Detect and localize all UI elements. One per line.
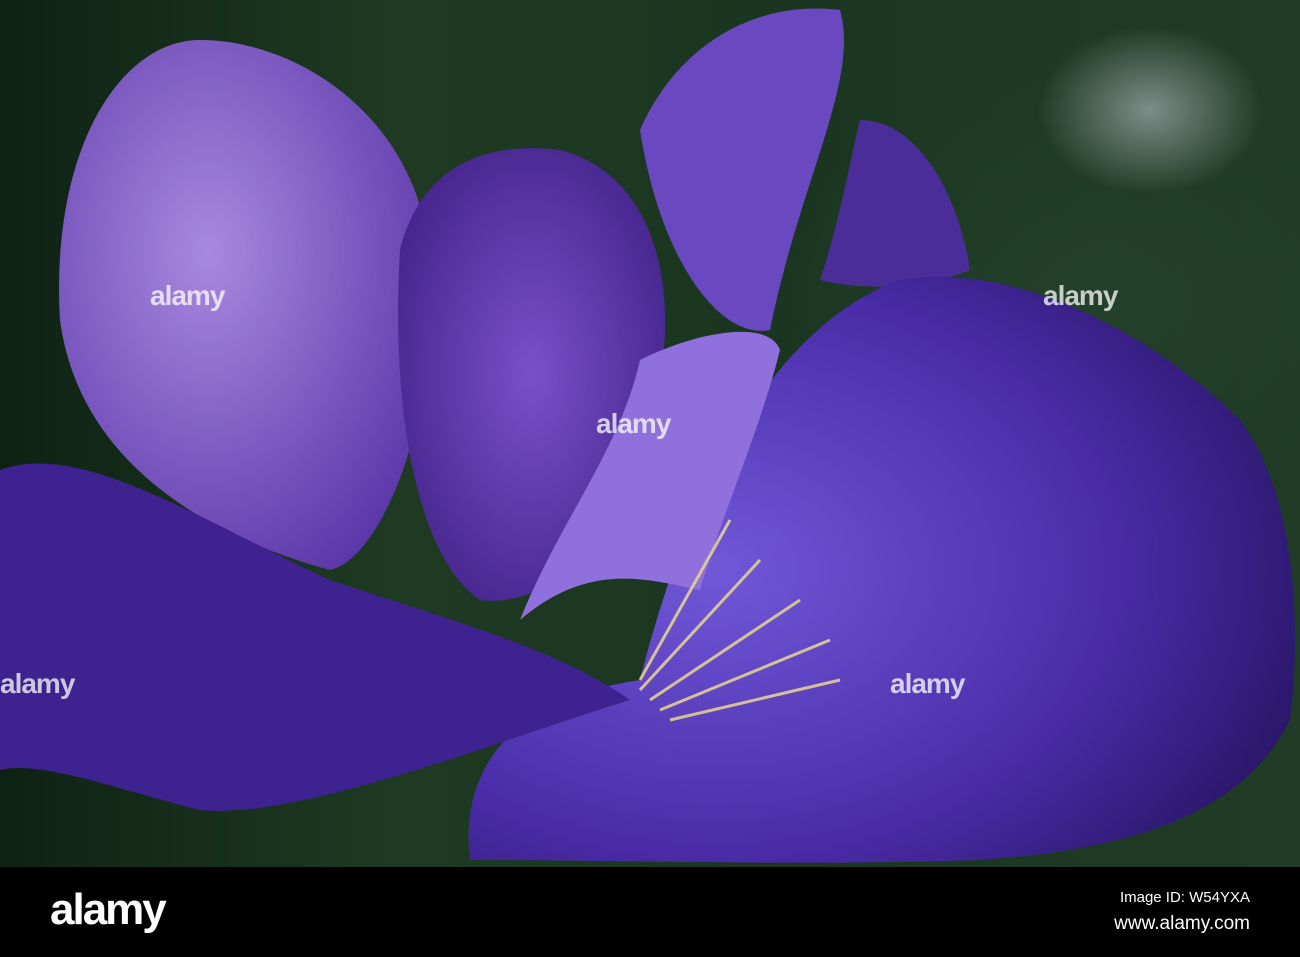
watermark: alamy [890, 668, 965, 699]
iris-photo: alamy alamy alamy alamy alamy [0, 0, 1300, 867]
footer-bar: alamy Image ID: W54YXA www.alamy.com [0, 867, 1300, 957]
image-id: Image ID: W54YXA [1119, 889, 1250, 906]
petal-far-right [820, 120, 970, 287]
alamy-logo: alamy [50, 885, 167, 934]
petal-upper-right [640, 8, 844, 331]
watermark: alamy [596, 408, 671, 439]
watermark: alamy [0, 668, 75, 699]
watermark: alamy [150, 280, 225, 311]
site-url: www.alamy.com [1114, 913, 1250, 934]
stock-photo: alamy alamy alamy alamy alamy alamy Imag… [0, 0, 1300, 957]
watermark: alamy [1043, 280, 1118, 311]
